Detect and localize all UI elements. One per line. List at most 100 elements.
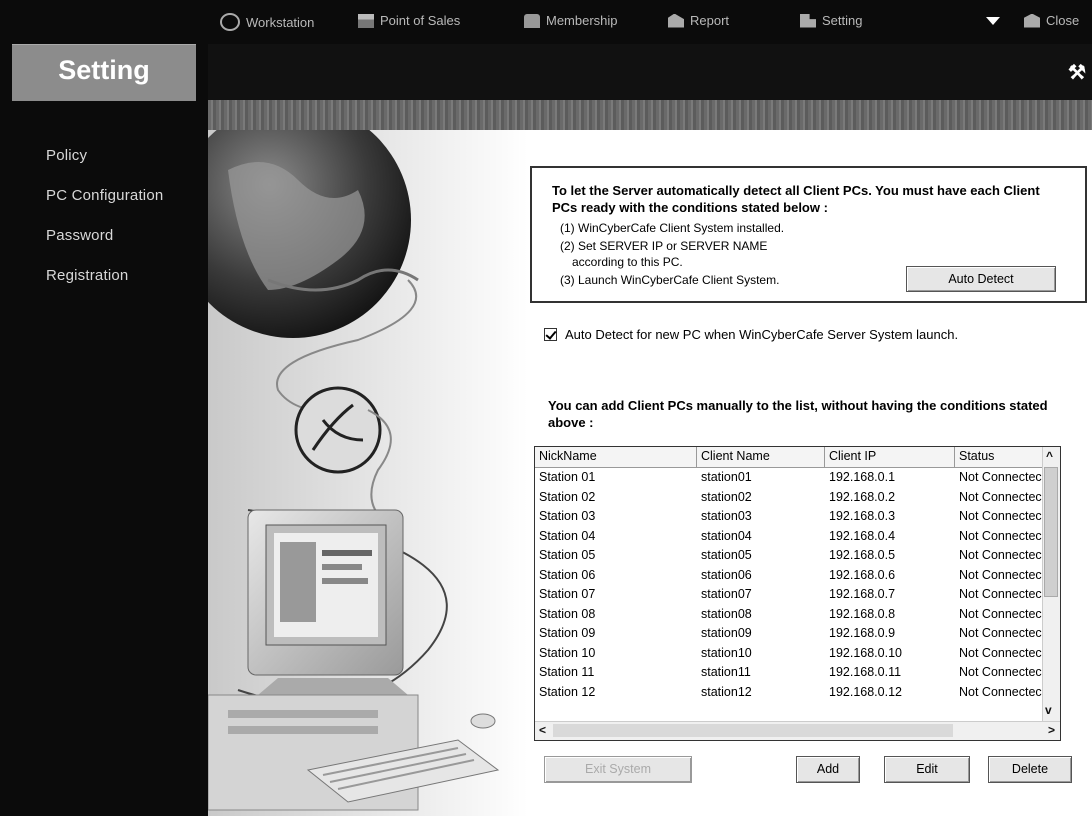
nav-close[interactable]: Close	[1024, 13, 1079, 28]
cell-nickname: Station 07	[539, 587, 596, 601]
column-header-client-ip[interactable]: Client IP	[825, 447, 955, 467]
cell-nickname: Station 06	[539, 567, 596, 582]
cell-client-ip: 192.168.0.8	[829, 606, 896, 621]
page-title-box: Setting	[12, 44, 196, 101]
cell-status: Not Connectec	[959, 489, 1042, 504]
horizontal-scrollbar[interactable]: < >	[535, 721, 1060, 740]
scroll-right-arrow-icon[interactable]: >	[1048, 723, 1055, 737]
cell-client-name: station10	[701, 645, 752, 660]
table-body: Station 01 station01 192.168.0.1 Not Connec…	[535, 468, 1060, 702]
cell-status: Not Connectec	[959, 606, 1042, 621]
dropdown-arrow-icon[interactable]	[986, 17, 1000, 25]
table-row[interactable]: Station 07 station07 192.168.0.7 Not Connec…	[535, 585, 1060, 605]
cell-client-ip: 192.168.0.5	[829, 548, 896, 562]
report-icon	[668, 13, 684, 28]
cell-status: Not Connectec	[959, 548, 1042, 562]
table-row[interactable]: Station 03 station03 192.168.0.3 Not Connec…	[535, 507, 1060, 527]
edit-button[interactable]: Edit	[884, 756, 970, 783]
cell-nickname: Station 10	[539, 645, 596, 660]
cell-client-ip: 192.168.0.2	[829, 489, 896, 504]
delete-button[interactable]: Delete	[988, 756, 1072, 783]
cell-client-name: station05	[701, 548, 752, 562]
cell-client-ip: 192.168.0.1	[829, 470, 896, 484]
condition-2-continued: according to this PC.	[572, 255, 683, 269]
horizontal-scroll-thumb[interactable]	[553, 724, 953, 737]
nav-membership[interactable]: Membership	[524, 13, 618, 28]
cell-status: Not Connectec	[959, 587, 1042, 601]
cell-client-name: station07	[701, 587, 752, 601]
cell-nickname: Station 12	[539, 684, 596, 699]
globe-computer-illustration	[208, 130, 528, 816]
nav-workstation[interactable]: Workstation	[220, 13, 314, 31]
cell-client-name: station01	[701, 470, 752, 484]
cell-status: Not Connectec	[959, 470, 1042, 484]
cell-status: Not Connectec	[959, 509, 1042, 523]
table-row[interactable]: Station 11 station11 192.168.0.11 Not Conne…	[535, 663, 1060, 683]
cell-nickname: Station 01	[539, 470, 596, 484]
table-row[interactable]: Station 02 station02 192.168.0.2 Not Connec…	[535, 488, 1060, 508]
cell-client-ip: 192.168.0.6	[829, 567, 896, 582]
auto-detect-checkbox[interactable]	[544, 328, 557, 341]
cell-nickname: Station 08	[539, 606, 596, 621]
cell-status: Not Connectec	[959, 528, 1042, 543]
top-nav-bar: Workstation Point of Sales Membership Re…	[208, 0, 1092, 44]
auto-detect-checkbox-row[interactable]: Auto Detect for new PC when WinCyberCafe…	[544, 327, 958, 342]
client-pc-table[interactable]: NickName Client Name Client IP Status St…	[534, 446, 1061, 741]
cell-client-ip: 192.168.0.11	[829, 665, 902, 679]
nav-membership-label: Membership	[546, 13, 618, 28]
scroll-left-arrow-icon[interactable]: <	[539, 723, 546, 737]
auto-detect-button[interactable]: Auto Detect	[906, 266, 1056, 292]
cell-client-name: station02	[701, 489, 752, 504]
sidebar-item-pc-configuration[interactable]: PC Configuration	[46, 186, 163, 226]
cell-client-ip: 192.168.0.7	[829, 587, 896, 601]
cell-nickname: Station 02	[539, 489, 596, 504]
cell-nickname: Station 09	[539, 626, 596, 640]
cell-client-ip: 192.168.0.10	[829, 645, 902, 660]
cell-client-ip: 192.168.0.9	[829, 626, 896, 640]
nav-report[interactable]: Report	[668, 13, 729, 28]
cell-client-name: station08	[701, 606, 752, 621]
vertical-scroll-thumb[interactable]	[1044, 467, 1058, 597]
cell-client-ip: 192.168.0.4	[829, 528, 896, 543]
nav-workstation-label: Workstation	[246, 14, 315, 30]
nav-setting[interactable]: Setting	[800, 13, 862, 28]
table-row[interactable]: Station 04 station04 192.168.0.4 Not Connec…	[535, 527, 1060, 547]
sidebar-item-policy[interactable]: Policy	[46, 146, 163, 186]
cell-status: Not Connectec	[959, 645, 1042, 660]
cell-status: Not Connectec	[959, 567, 1042, 582]
cell-status: Not Connectec	[959, 684, 1042, 699]
cell-client-ip: 192.168.0.3	[829, 509, 896, 523]
nav-close-label: Close	[1046, 13, 1080, 28]
cell-status: Not Connectec	[959, 626, 1042, 640]
table-row[interactable]: Station 06 station06 192.168.0.6 Not Connec…	[535, 566, 1060, 586]
vertical-scrollbar[interactable]: ^ v	[1042, 447, 1060, 723]
table-row[interactable]: Station 12 station12 192.168.0.12 Not Conne…	[535, 683, 1060, 703]
condition-2: (2) Set SERVER IP or SERVER NAME	[560, 239, 768, 253]
scroll-down-arrow-icon[interactable]: v	[1045, 703, 1052, 717]
table-row[interactable]: Station 05 station05 192.168.0.5 Not Connec…	[535, 546, 1060, 566]
exit-system-button[interactable]: Exit System	[544, 756, 692, 783]
table-row[interactable]: Station 09 station09 192.168.0.9 Not Connec…	[535, 624, 1060, 644]
nav-point-of-sales[interactable]: Point of Sales	[358, 13, 460, 28]
cell-client-name: station06	[701, 567, 752, 582]
column-header-nickname[interactable]: NickName	[535, 447, 697, 467]
table-row[interactable]: Station 01 station01 192.168.0.1 Not Connec…	[535, 468, 1060, 488]
sidebar-item-password[interactable]: Password	[46, 226, 163, 266]
membership-icon	[524, 13, 540, 28]
cell-client-ip: 192.168.0.12	[829, 684, 902, 699]
column-header-status[interactable]: Status	[955, 447, 1044, 467]
header-strip	[208, 100, 1092, 130]
scroll-up-arrow-icon[interactable]: ^	[1046, 449, 1053, 463]
auto-detect-checkbox-label: Auto Detect for new PC when WinCyberCafe…	[565, 327, 959, 342]
table-row[interactable]: Station 08 station08 192.168.0.8 Not Connec…	[535, 605, 1060, 625]
table-row[interactable]: Station 10 station10 192.168.0.10 Not Conne…	[535, 644, 1060, 664]
add-button[interactable]: Add	[796, 756, 860, 783]
cell-nickname: Station 03	[539, 509, 596, 523]
setting-icon	[800, 13, 816, 28]
cell-client-name: station12	[701, 684, 752, 699]
column-header-client-name[interactable]: Client Name	[697, 447, 825, 467]
sidebar-item-registration[interactable]: Registration	[46, 266, 163, 306]
nav-setting-label: Setting	[822, 13, 863, 28]
auto-detect-instructions: To let the Server automatically detect a…	[552, 183, 1040, 215]
cell-nickname: Station 04	[539, 528, 596, 543]
